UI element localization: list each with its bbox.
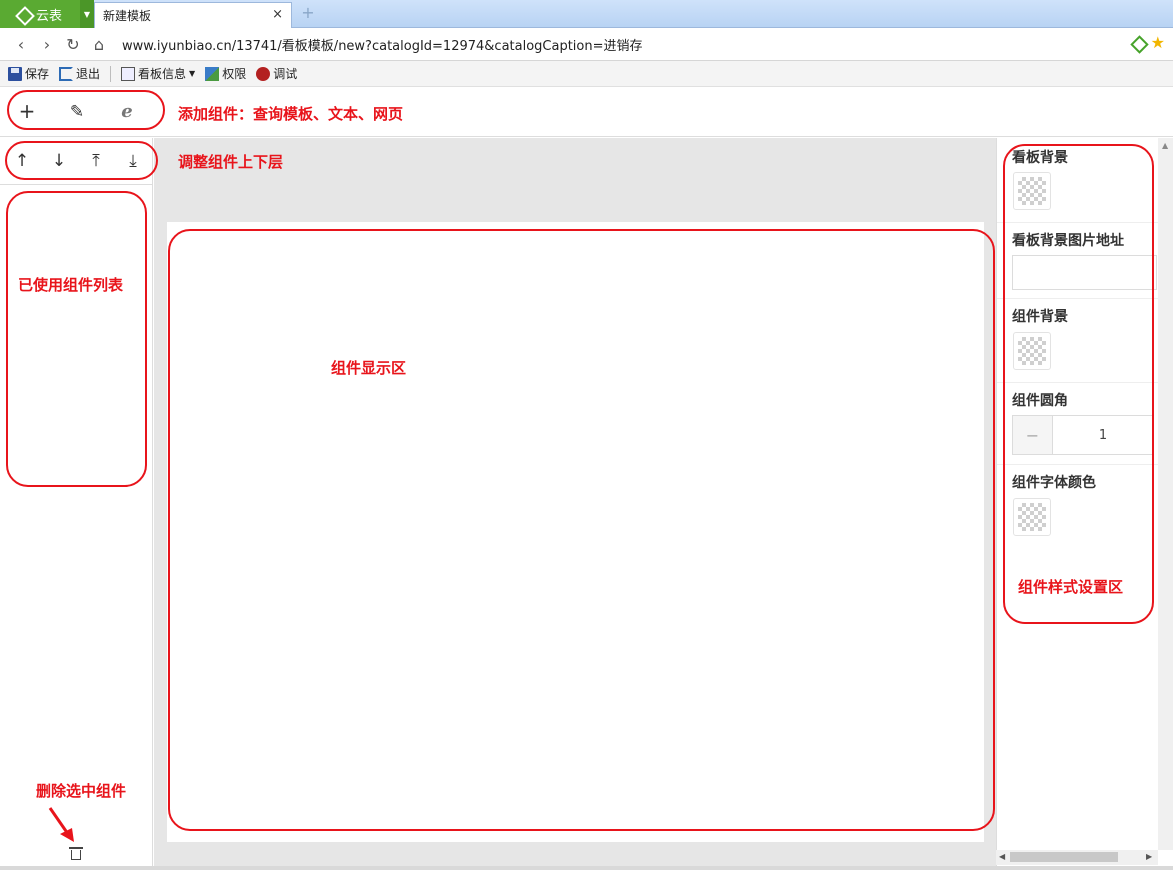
annotation-arrow-icon xyxy=(48,807,74,842)
board-info-icon xyxy=(121,66,136,81)
save-icon xyxy=(8,66,22,81)
debug-label: 调试 xyxy=(273,67,298,81)
status-strip xyxy=(0,866,1173,870)
annotation-oval-add xyxy=(7,90,165,130)
refresh-icon[interactable]: ↻ xyxy=(60,35,86,54)
exit-button[interactable]: 退出 xyxy=(59,65,100,82)
add-component-toolbar: + ✎ e xyxy=(0,88,1173,137)
scroll-left-icon[interactable]: ◀ xyxy=(999,852,1005,861)
save-label: 保存 xyxy=(25,67,50,81)
scroll-thumb[interactable] xyxy=(1010,852,1118,862)
permission-label: 权限 xyxy=(222,67,247,81)
horizontal-scrollbar[interactable]: ◀ ▶ xyxy=(996,850,1158,865)
toolbar-divider xyxy=(110,65,112,82)
exit-label: 退出 xyxy=(76,67,101,81)
save-button[interactable]: 保存 xyxy=(8,65,49,82)
annotation-used-list: 已使用组件列表 xyxy=(18,276,124,294)
annotation-add-component: 添加组件：查询模板、文本、网页 xyxy=(178,105,404,123)
bookmark-star-icon[interactable]: ★ xyxy=(1151,35,1165,51)
scroll-up-icon[interactable]: ▲ xyxy=(1162,141,1168,150)
app-toolbar: 保存 退出 看板信息 ▼ 权限 调试 xyxy=(0,61,1173,87)
new-tab-button[interactable]: + xyxy=(300,5,316,22)
forward-icon[interactable]: › xyxy=(34,35,60,54)
permission-icon xyxy=(205,66,220,81)
exit-icon xyxy=(59,66,74,81)
permission-button[interactable]: 权限 xyxy=(205,65,246,82)
annotation-delete-selected: 删除选中组件 xyxy=(36,782,127,800)
home-icon[interactable]: ⌂ xyxy=(86,35,112,54)
annotation-adjust-layer: 调整组件上下层 xyxy=(178,153,284,171)
annotation-oval-display xyxy=(168,229,995,831)
back-icon[interactable]: ‹ xyxy=(8,35,34,54)
board-info-button[interactable]: 看板信息 ▼ xyxy=(121,65,195,82)
chevron-down-icon: ▼ xyxy=(189,69,196,78)
brand-label: 云表 xyxy=(36,8,63,24)
annotation-oval-layer xyxy=(5,141,158,180)
address-bar: ‹ › ↻ ⌂ www.iyunbiao.cn/13741/看板模板/new?c… xyxy=(0,28,1173,61)
brand-dropdown-icon[interactable]: ▼ xyxy=(80,0,94,28)
bug-icon xyxy=(256,66,271,81)
annotation-oval-used-list xyxy=(6,191,147,487)
debug-button[interactable]: 调试 xyxy=(256,65,297,82)
delete-trash-icon[interactable] xyxy=(69,846,83,861)
url-field[interactable]: www.iyunbiao.cn/13741/看板模板/new?catalogId… xyxy=(122,35,643,54)
annotation-oval-style xyxy=(1003,144,1154,624)
yunbiao-logo-icon xyxy=(16,7,30,21)
scroll-right-icon[interactable]: ▶ xyxy=(1146,852,1152,861)
brand-menu-button[interactable]: 云表 xyxy=(0,0,80,28)
tab-close-icon[interactable]: × xyxy=(272,7,283,22)
board-info-label: 看板信息 xyxy=(138,67,187,81)
extension-icon[interactable] xyxy=(1131,36,1145,50)
annotation-display-area: 组件显示区 xyxy=(331,359,407,377)
browser-tab-bar: 云表 ▼ 新建模板 × + xyxy=(0,0,1173,28)
browser-tab[interactable]: 新建模板 × xyxy=(94,2,292,28)
tab-title: 新建模板 xyxy=(103,9,152,23)
vertical-scrollbar[interactable]: ▲ xyxy=(1158,138,1173,850)
annotation-style-area: 组件样式设置区 xyxy=(1018,578,1124,596)
